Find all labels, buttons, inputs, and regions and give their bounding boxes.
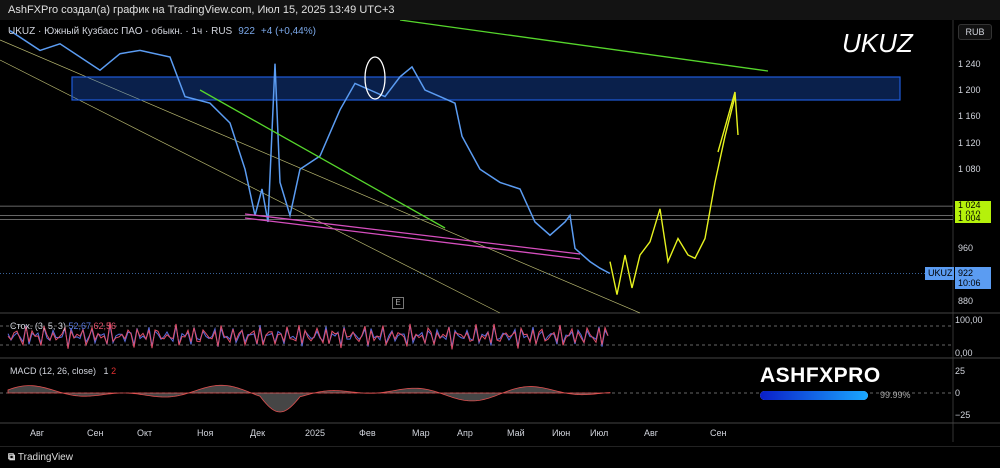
progress-label: 99.99% <box>880 390 911 400</box>
currency-button[interactable]: RUB <box>958 24 992 40</box>
last-price-value: 922 <box>958 268 974 278</box>
time-axis-label: Июн <box>552 428 571 438</box>
chart-title: AshFXPro создал(а) график на TradingView… <box>8 4 395 16</box>
footer: ⧉ TradingView <box>0 446 1000 468</box>
macd-axis-bottom: −25 <box>955 410 971 420</box>
projection-path <box>609 96 736 295</box>
time-axis-label: Мар <box>412 428 430 438</box>
symbol-price-tag: UKUZ <box>925 267 954 280</box>
price-axis-label: 1 240 <box>958 58 981 69</box>
price-axis-label: 1 160 <box>958 111 981 122</box>
price-axis-label: 880 <box>958 296 974 307</box>
bar-countdown: 10:06 <box>958 278 981 288</box>
stoch-k-value: 52,67 <box>68 321 91 331</box>
stoch-axis-max: 100,00 <box>955 315 983 325</box>
stoch-legend[interactable]: Стох. (3, 5, 3) 52,67 62,56 <box>10 321 116 331</box>
wedge-line <box>244 217 581 260</box>
time-axis-label: Окт <box>137 428 153 438</box>
time-axis-label: Ноя <box>197 428 214 438</box>
events-icon[interactable]: E <box>392 297 404 309</box>
macd-histogram <box>7 384 611 413</box>
macd-value-1: 1 <box>103 366 109 376</box>
time-axis-label: 2025 <box>305 428 326 438</box>
time-axis-label: Авг <box>644 428 659 438</box>
level-price-tag: 1 004 <box>955 214 991 224</box>
price-change: +4 (+0,44%) <box>260 26 316 37</box>
time-axis-label: Сен <box>710 428 727 438</box>
price-axis-label: 1 080 <box>958 164 981 175</box>
symbol-description: UKUZ · Южный Кузбасс ПАО - обыкн. · 1ч ·… <box>8 26 233 37</box>
price-axis-label: 1 120 <box>958 137 981 148</box>
wedge-line <box>244 213 581 255</box>
time-axis-label: Авг <box>30 428 45 438</box>
stoch-label: Стох. (3, 5, 3) <box>10 321 66 331</box>
macd-label: MACD (12, 26, close) <box>10 366 97 376</box>
macd-axis-top: 25 <box>955 366 966 376</box>
time-axis-label: Сен <box>87 428 104 438</box>
footer-brand: TradingView <box>17 452 73 463</box>
time-axis-label: Фев <box>359 428 376 438</box>
macd-axis-zero: 0 <box>955 388 961 398</box>
watermark-brand: ASHFXPRO <box>760 364 881 387</box>
price-axis-label: 960 <box>958 243 974 254</box>
macd-value-2: 2 <box>111 366 117 376</box>
resistance-zone <box>71 76 901 101</box>
time-axis-label: Май <box>507 428 525 438</box>
stoch-d-value: 62,56 <box>93 321 117 331</box>
trend-line-short <box>199 89 446 229</box>
progress-fill <box>760 391 868 400</box>
stoch-axis-min: 0,00 <box>955 348 973 358</box>
time-axis-label: Дек <box>250 428 266 438</box>
trend-line-long <box>399 20 769 72</box>
symbol-annotation: UKUZ <box>842 28 913 58</box>
time-axis-label: Апр <box>457 428 473 438</box>
tradingview-logo-icon: ⧉ <box>8 452 18 463</box>
macd-legend[interactable]: MACD (12, 26, close) 1 2 <box>10 366 116 376</box>
price-axis-label: 1 200 <box>958 85 981 95</box>
last-price-tag: 922 10:06 <box>955 267 991 289</box>
watermark-progress-bar <box>760 391 868 400</box>
last-price: 922 <box>238 26 255 37</box>
symbol-legend[interactable]: UKUZ · Южный Кузбасс ПАО - обыкн. · 1ч ·… <box>8 26 316 37</box>
time-axis-label: Июл <box>590 428 609 438</box>
chart-title-bar: AshFXPro создал(а) график на TradingView… <box>0 0 1000 20</box>
